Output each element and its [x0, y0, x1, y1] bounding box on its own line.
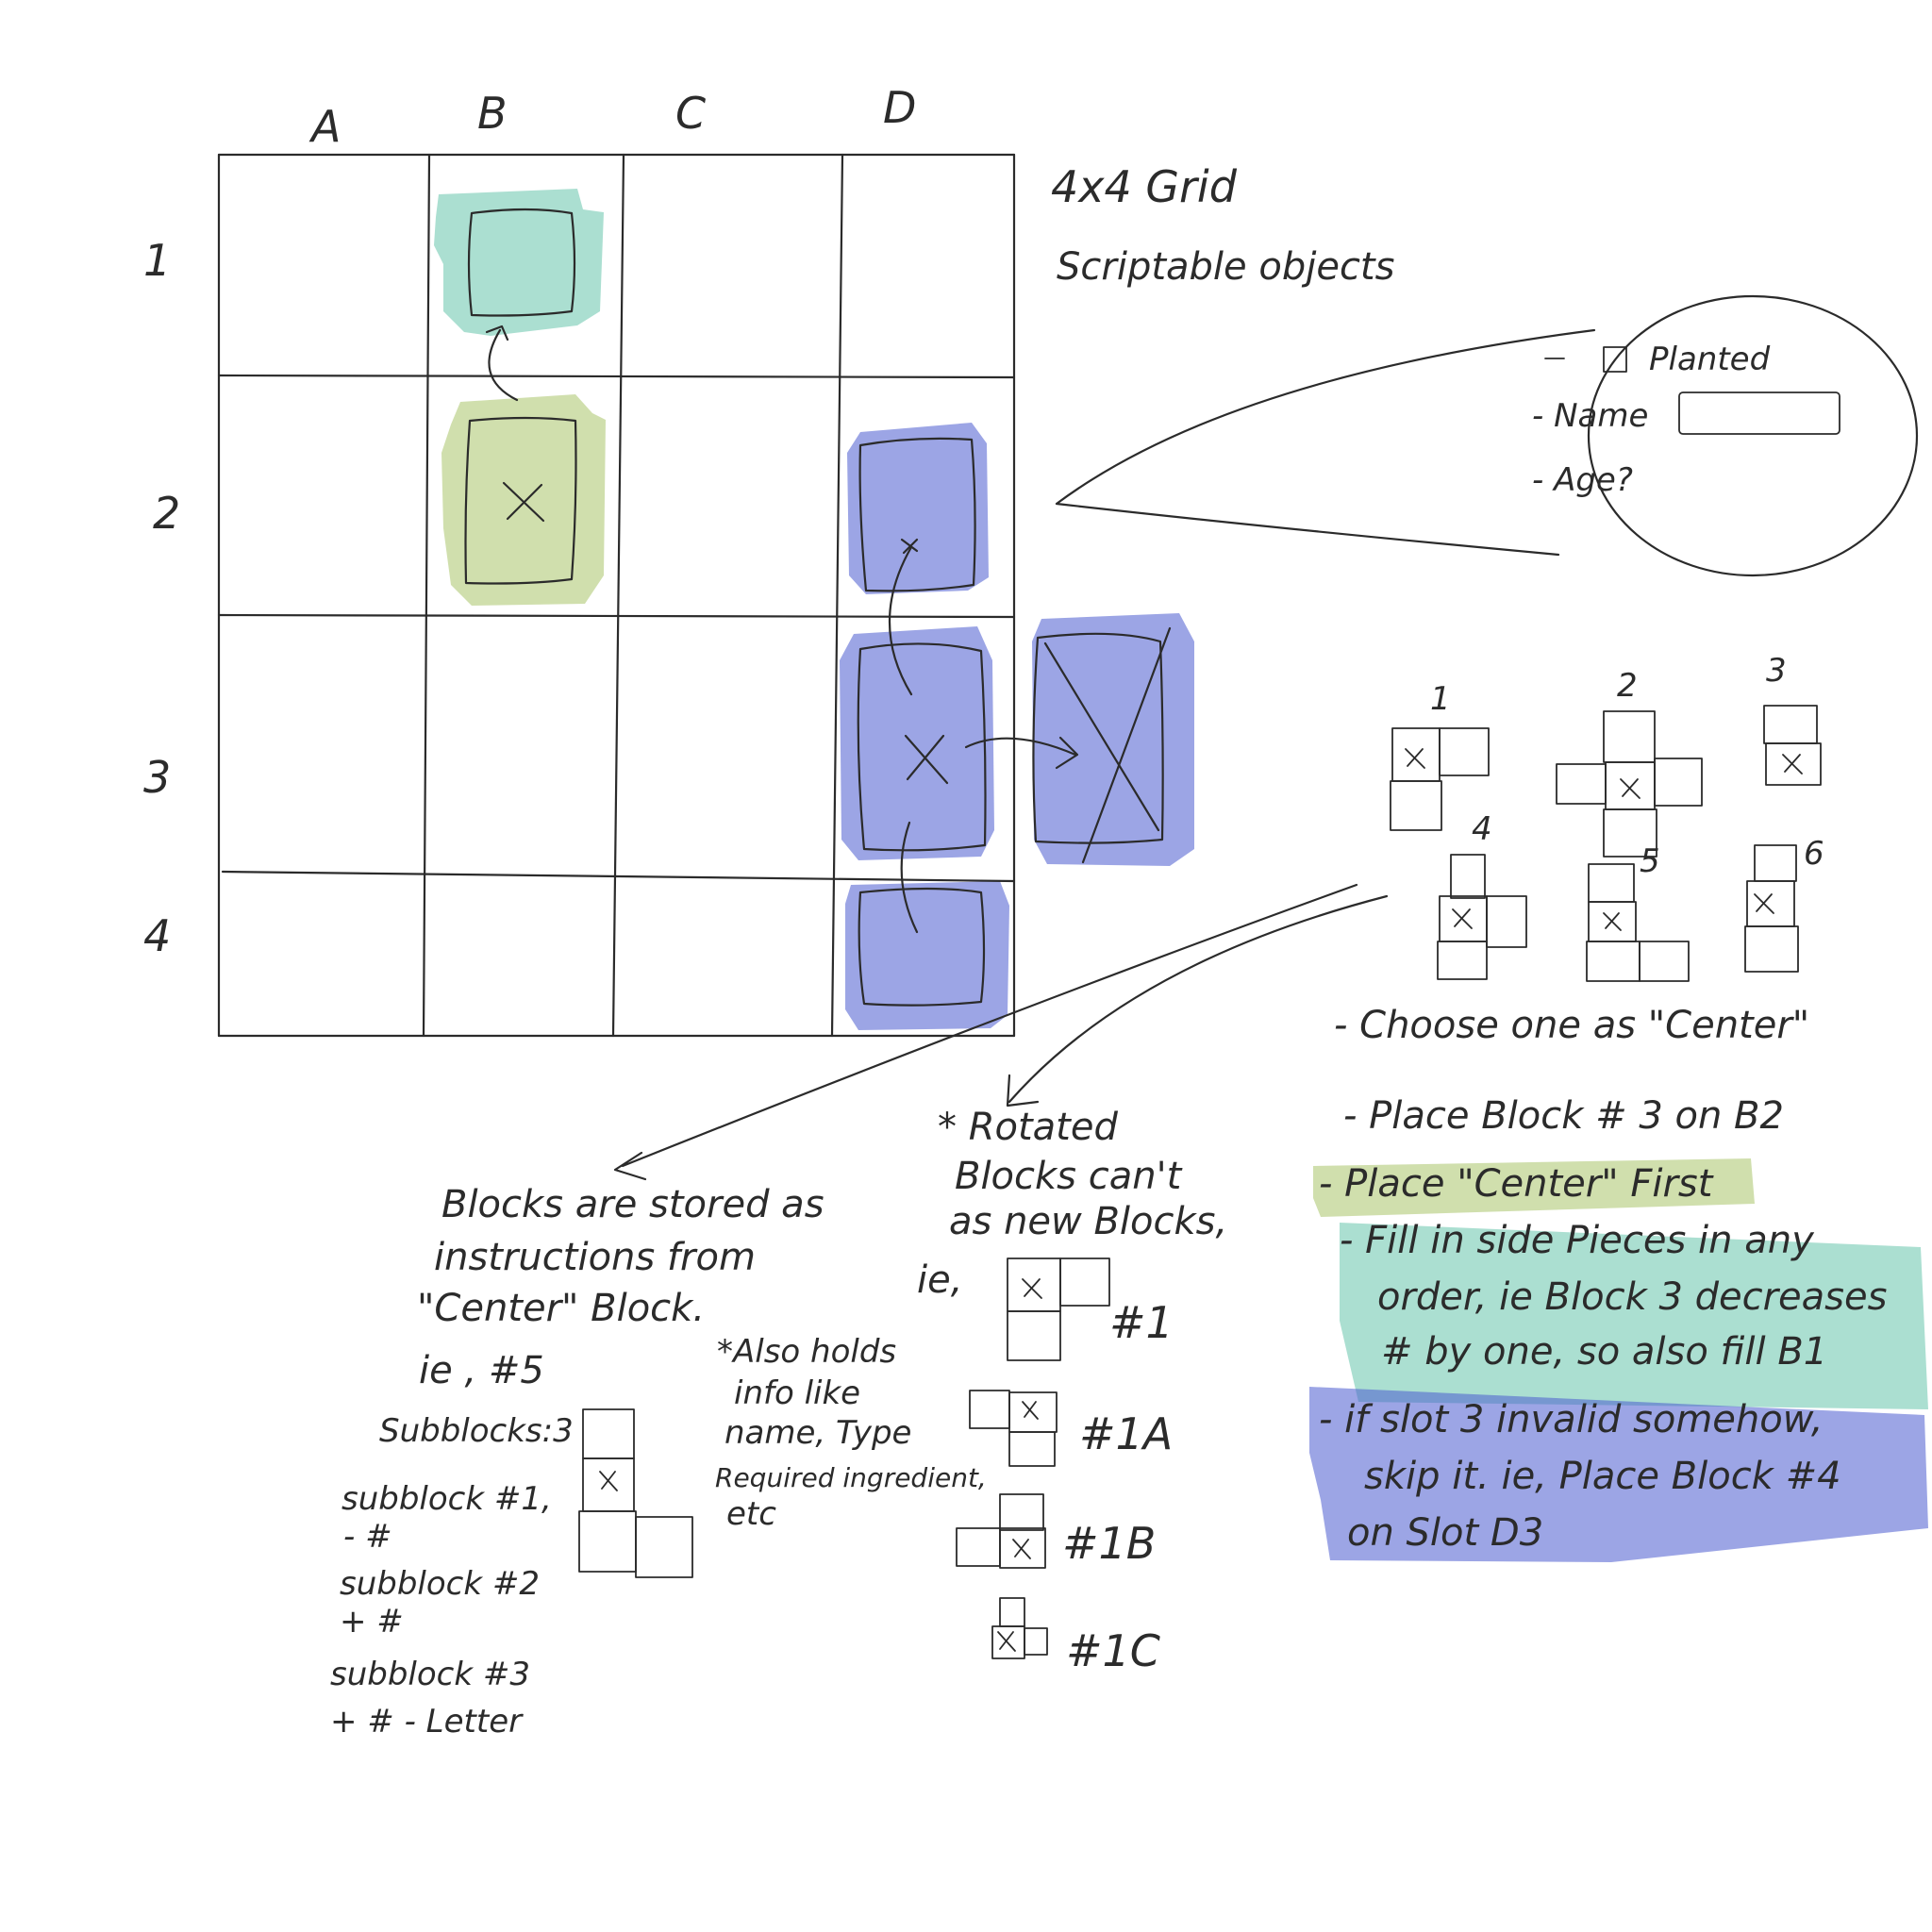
rotated-label-1b: #1B: [1062, 1518, 1156, 1569]
popup-content: Planted - Name - Age?: [1532, 341, 1840, 499]
block-number-5: 5: [1640, 842, 1660, 880]
column-label-a: A: [308, 101, 341, 152]
also-holds-line: Required ingredient,: [715, 1462, 987, 1493]
highlight-b1: [434, 189, 604, 336]
rotated-example-1b: [956, 1493, 1046, 1569]
row-label-3: 3: [143, 752, 171, 803]
stored-line: Blocks are stored as: [441, 1183, 824, 1226]
stored-line: + # - Letter: [330, 1703, 524, 1740]
stored-line: "Center" Block.: [417, 1287, 705, 1330]
rule-line: - Choose one as "Center": [1334, 1004, 1809, 1047]
block-shape-2: [1556, 710, 1703, 858]
also-holds-line: name, Type: [724, 1414, 911, 1452]
rotated-notes: * Rotated Blocks can't as new Blocks, ie…: [917, 1106, 1227, 1302]
rotated-example-1a: [969, 1390, 1058, 1467]
rotated-line: * Rotated: [938, 1106, 1118, 1149]
note-grid-title: 4x4 Grid: [1051, 161, 1238, 212]
popup-planted: Planted: [1649, 341, 1771, 378]
rule-line: - if slot 3 invalid somehow,: [1319, 1398, 1824, 1441]
rotated-label-1c: #1C: [1066, 1625, 1160, 1676]
row-label-2: 2: [153, 488, 180, 539]
rule-line: # by one, so also fill B1: [1381, 1330, 1827, 1374]
arrow-b2-to-b1: [485, 325, 519, 402]
rule-line: order, ie Block 3 decreases: [1377, 1275, 1887, 1319]
popup-name: - Name: [1532, 397, 1648, 435]
also-holds-line: etc: [726, 1495, 776, 1533]
popup-age: - Age?: [1532, 461, 1633, 499]
also-holds-notes: *Also holds info like name, Type Require…: [715, 1333, 987, 1533]
block-number-1: 1: [1430, 680, 1451, 718]
note-scriptable-objects: Scriptable objects: [1057, 245, 1394, 289]
block-number-2: 2: [1617, 667, 1638, 705]
stored-line: instructions from: [434, 1236, 756, 1279]
stored-line: + #: [340, 1603, 404, 1641]
highlight-d2: [847, 423, 989, 594]
callout-pointer: [1055, 328, 1596, 557]
stored-line: subblock #1,: [341, 1480, 552, 1518]
block-shape-5: [1586, 863, 1690, 982]
rule-line: skip it. ie, Place Block #4: [1364, 1455, 1841, 1498]
stored-line: - #: [343, 1518, 392, 1556]
rule-line: - Fill in side Pieces in any: [1340, 1219, 1815, 1262]
row-label-4: 4: [143, 910, 171, 961]
rule-line: on Slot D3: [1347, 1511, 1543, 1555]
row-label-1: 1: [143, 235, 171, 286]
highlight-offgrid: [1032, 613, 1194, 866]
block-number-4: 4: [1472, 810, 1492, 848]
block-number-3: 3: [1766, 652, 1787, 690]
block-number-6: 6: [1804, 835, 1824, 873]
stored-line: ie , #5: [419, 1349, 544, 1392]
column-label-b: B: [477, 88, 508, 139]
block-shape-4: [1437, 854, 1527, 980]
rule-line: - Place Block # 3 on B2: [1343, 1094, 1784, 1138]
rotated-label-1: #1: [1109, 1297, 1174, 1348]
stored-line: subblock #2: [340, 1565, 540, 1603]
column-label-d: D: [883, 82, 916, 133]
block-shape-3: [1763, 705, 1822, 786]
rotated-example-1: [1007, 1257, 1110, 1361]
rules-list: - Choose one as "Center" - Place Block #…: [1319, 1004, 1887, 1555]
column-label-c: C: [675, 88, 706, 139]
rule-line: - Place "Center" First: [1319, 1162, 1714, 1206]
rotated-line: as new Blocks,: [949, 1200, 1227, 1243]
rotated-line: ie,: [917, 1258, 962, 1302]
also-holds-line: *Also holds: [717, 1333, 896, 1371]
stored-line: subblock #3: [330, 1656, 530, 1693]
rotated-line: Blocks can't: [955, 1155, 1183, 1198]
sketch-canvas: A B C D 1 2 3 4 4x4 Grid Scriptable obje…: [143, 82, 1928, 1740]
name-field[interactable]: [1678, 391, 1840, 435]
popup-bubble: [1587, 294, 1919, 577]
arrow-to-rotated-notes: [1006, 894, 1389, 1108]
rotated-label-1a: #1A: [1079, 1408, 1173, 1459]
rotated-example-1c: [991, 1597, 1048, 1659]
also-holds-line: info like: [734, 1374, 860, 1412]
block-shape-6: [1744, 844, 1799, 973]
stored-line: Subblocks:3: [379, 1412, 574, 1450]
example-block-5: [578, 1408, 693, 1578]
